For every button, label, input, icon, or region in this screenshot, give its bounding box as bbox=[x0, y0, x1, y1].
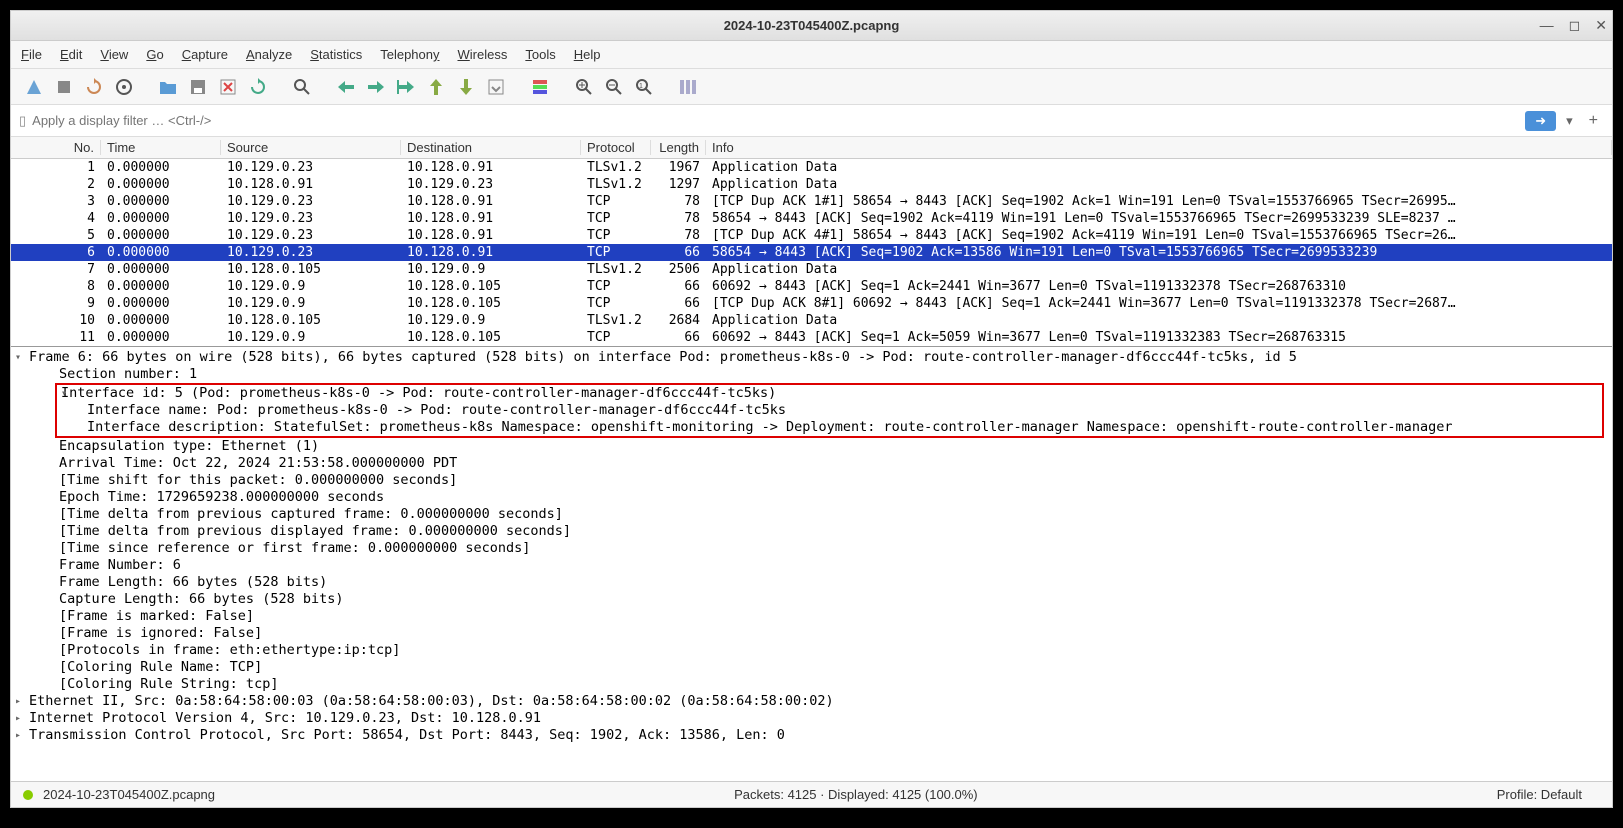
packet-row[interactable]: 50.00000010.129.0.2310.128.0.91TCP78[TCP… bbox=[11, 227, 1612, 244]
filter-bar: ▯ ➜ ▾ + bbox=[11, 105, 1612, 137]
go-back-icon[interactable] bbox=[333, 74, 359, 100]
resize-columns-icon[interactable] bbox=[675, 74, 701, 100]
packet-row[interactable]: 30.00000010.129.0.2310.128.0.91TCP78[TCP… bbox=[11, 193, 1612, 210]
menu-edit[interactable]: Edit bbox=[60, 47, 82, 62]
packet-list-header: No. Time Source Destination Protocol Len… bbox=[11, 137, 1612, 159]
detail-iface-id[interactable]: Interface id: 5 (Pod: prometheus-k8s-0 -… bbox=[57, 385, 1602, 402]
col-header-source[interactable]: Source bbox=[221, 140, 401, 155]
menubar: File Edit View Go Capture Analyze Statis… bbox=[11, 41, 1612, 69]
zoom-out-icon[interactable] bbox=[601, 74, 627, 100]
detail-color-name[interactable]: [Coloring Rule Name: TCP] bbox=[11, 659, 1612, 676]
col-header-destination[interactable]: Destination bbox=[401, 140, 581, 155]
display-filter-input[interactable] bbox=[32, 113, 1519, 128]
detail-since-ref[interactable]: [Time since reference or first frame: 0.… bbox=[11, 540, 1612, 557]
menu-statistics[interactable]: Statistics bbox=[310, 47, 362, 62]
detail-tcp[interactable]: Transmission Control Protocol, Src Port:… bbox=[11, 727, 1612, 744]
minimize-button[interactable]: — bbox=[1540, 17, 1554, 34]
menu-telephony[interactable]: Telephony bbox=[380, 47, 439, 62]
go-first-icon[interactable] bbox=[423, 74, 449, 100]
detail-delta-cap[interactable]: [Time delta from previous captured frame… bbox=[11, 506, 1612, 523]
packet-row[interactable]: 100.00000010.128.0.10510.129.0.9TLSv1.22… bbox=[11, 312, 1612, 329]
go-to-icon[interactable] bbox=[393, 74, 419, 100]
col-header-time[interactable]: Time bbox=[101, 140, 221, 155]
detail-frame[interactable]: Frame 6: 66 bytes on wire (528 bits), 66… bbox=[11, 349, 1612, 366]
close-file-icon[interactable] bbox=[215, 74, 241, 100]
detail-iface-desc[interactable]: Interface description: StatefulSet: prom… bbox=[57, 419, 1602, 436]
detail-ethernet[interactable]: Ethernet II, Src: 0a:58:64:58:00:03 (0a:… bbox=[11, 693, 1612, 710]
packet-row[interactable]: 90.00000010.129.0.910.128.0.105TCP66[TCP… bbox=[11, 295, 1612, 312]
go-last-icon[interactable] bbox=[453, 74, 479, 100]
window-title: 2024-10-23T045400Z.pcapng bbox=[724, 18, 900, 33]
status-filename: 2024-10-23T045400Z.pcapng bbox=[43, 787, 215, 802]
detail-delta-disp[interactable]: [Time delta from previous displayed fram… bbox=[11, 523, 1612, 540]
col-header-protocol[interactable]: Protocol bbox=[581, 140, 651, 155]
detail-ip[interactable]: Internet Protocol Version 4, Src: 10.129… bbox=[11, 710, 1612, 727]
packet-row[interactable]: 80.00000010.129.0.910.128.0.105TCP666069… bbox=[11, 278, 1612, 295]
stop-capture-icon[interactable] bbox=[51, 74, 77, 100]
menu-analyze[interactable]: Analyze bbox=[246, 47, 292, 62]
filter-dropdown[interactable]: ▾ bbox=[1562, 113, 1577, 129]
packet-details: Frame 6: 66 bytes on wire (528 bits), 66… bbox=[11, 347, 1612, 781]
menu-go[interactable]: Go bbox=[146, 47, 163, 62]
menu-view[interactable]: View bbox=[100, 47, 128, 62]
window-controls: — ◻ ✕ bbox=[1540, 17, 1607, 34]
highlighted-interface-block: Interface id: 5 (Pod: prometheus-k8s-0 -… bbox=[55, 383, 1604, 438]
menu-help[interactable]: Help bbox=[574, 47, 601, 62]
packet-row[interactable]: 110.00000010.129.0.910.128.0.105TCP66606… bbox=[11, 329, 1612, 346]
packet-list: No. Time Source Destination Protocol Len… bbox=[11, 137, 1612, 347]
packet-row[interactable]: 40.00000010.129.0.2310.128.0.91TCP785865… bbox=[11, 210, 1612, 227]
save-file-icon[interactable] bbox=[185, 74, 211, 100]
main-window: 2024-10-23T045400Z.pcapng — ◻ ✕ File Edi… bbox=[10, 10, 1613, 808]
menu-tools[interactable]: Tools bbox=[525, 47, 555, 62]
detail-shift[interactable]: [Time shift for this packet: 0.000000000… bbox=[11, 472, 1612, 489]
status-profile[interactable]: Profile: Default bbox=[1497, 787, 1612, 802]
detail-section[interactable]: Section number: 1 bbox=[11, 366, 1612, 383]
colorize-icon[interactable] bbox=[527, 74, 553, 100]
statusbar: 2024-10-23T045400Z.pcapng Packets: 4125 … bbox=[11, 781, 1612, 807]
detail-cap-len[interactable]: Capture Length: 66 bytes (528 bits) bbox=[11, 591, 1612, 608]
menu-capture[interactable]: Capture bbox=[182, 47, 228, 62]
open-file-icon[interactable] bbox=[155, 74, 181, 100]
auto-scroll-icon[interactable] bbox=[483, 74, 509, 100]
col-header-length[interactable]: Length bbox=[651, 140, 706, 155]
col-header-no[interactable]: No. bbox=[11, 140, 101, 155]
detail-frame-num[interactable]: Frame Number: 6 bbox=[11, 557, 1612, 574]
find-icon[interactable] bbox=[289, 74, 315, 100]
maximize-button[interactable]: ◻ bbox=[1569, 17, 1581, 34]
col-header-info[interactable]: Info bbox=[706, 140, 1612, 155]
menu-file[interactable]: File bbox=[21, 47, 42, 62]
packet-row[interactable]: 60.00000010.129.0.2310.128.0.91TCP665865… bbox=[11, 244, 1612, 261]
add-filter-button[interactable]: + bbox=[1583, 112, 1604, 130]
detail-ignored[interactable]: [Frame is ignored: False] bbox=[11, 625, 1612, 642]
options-icon[interactable] bbox=[111, 74, 137, 100]
titlebar: 2024-10-23T045400Z.pcapng — ◻ ✕ bbox=[11, 11, 1612, 41]
detail-color-str[interactable]: [Coloring Rule String: tcp] bbox=[11, 676, 1612, 693]
apply-filter-button[interactable]: ➜ bbox=[1525, 111, 1556, 131]
detail-iface-name[interactable]: Interface name: Pod: prometheus-k8s-0 ->… bbox=[57, 402, 1602, 419]
menu-wireless[interactable]: Wireless bbox=[458, 47, 508, 62]
detail-frame-len[interactable]: Frame Length: 66 bytes (528 bits) bbox=[11, 574, 1612, 591]
detail-arrival[interactable]: Arrival Time: Oct 22, 2024 21:53:58.0000… bbox=[11, 455, 1612, 472]
bookmark-icon[interactable]: ▯ bbox=[19, 113, 26, 129]
packet-row[interactable]: 20.00000010.128.0.9110.129.0.23TLSv1.212… bbox=[11, 176, 1612, 193]
expert-info-icon[interactable] bbox=[23, 790, 33, 800]
restart-capture-icon[interactable] bbox=[81, 74, 107, 100]
go-forward-icon[interactable] bbox=[363, 74, 389, 100]
packet-row[interactable]: 70.00000010.128.0.10510.129.0.9TLSv1.225… bbox=[11, 261, 1612, 278]
close-button[interactable]: ✕ bbox=[1595, 17, 1607, 34]
detail-epoch[interactable]: Epoch Time: 1729659238.000000000 seconds bbox=[11, 489, 1612, 506]
detail-marked[interactable]: [Frame is marked: False] bbox=[11, 608, 1612, 625]
svg-text:1: 1 bbox=[639, 83, 643, 90]
detail-encap[interactable]: Encapsulation type: Ethernet (1) bbox=[11, 438, 1612, 455]
packet-rows: 10.00000010.129.0.2310.128.0.91TLSv1.219… bbox=[11, 159, 1612, 346]
reload-icon[interactable] bbox=[245, 74, 271, 100]
toolbar: 1 bbox=[11, 69, 1612, 105]
zoom-reset-icon[interactable]: 1 bbox=[631, 74, 657, 100]
detail-protos[interactable]: [Protocols in frame: eth:ethertype:ip:tc… bbox=[11, 642, 1612, 659]
start-capture-icon[interactable] bbox=[21, 74, 47, 100]
packet-row[interactable]: 10.00000010.129.0.2310.128.0.91TLSv1.219… bbox=[11, 159, 1612, 176]
zoom-in-icon[interactable] bbox=[571, 74, 597, 100]
status-packets: Packets: 4125 · Displayed: 4125 (100.0%) bbox=[215, 787, 1497, 802]
